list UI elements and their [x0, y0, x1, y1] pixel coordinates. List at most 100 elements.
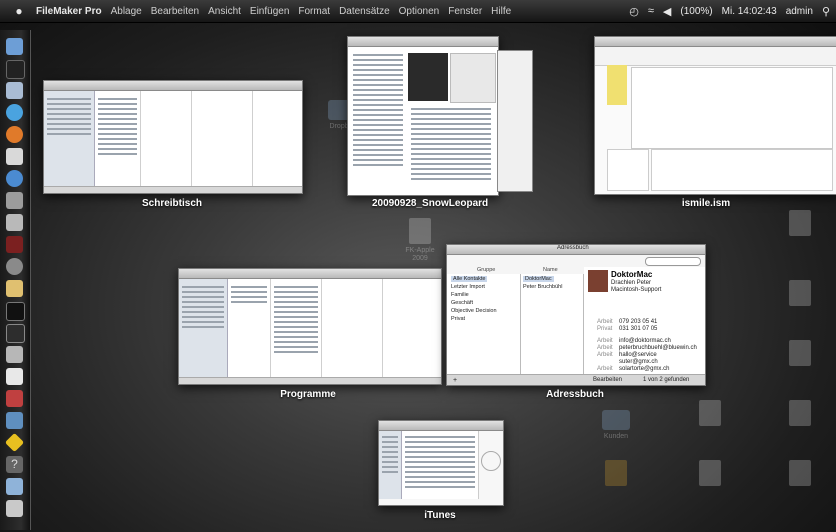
group-item[interactable]: Letzter Import	[451, 284, 485, 290]
window-schreibtisch[interactable]	[43, 80, 303, 194]
email-value[interactable]: suter@gmx.ch	[619, 359, 658, 365]
app-icon[interactable]	[6, 412, 23, 429]
safari-icon[interactable]	[6, 104, 23, 121]
desktop-icon[interactable]	[690, 400, 730, 426]
desktop-icon[interactable]	[780, 400, 820, 426]
edit-button[interactable]: Bearbeiten	[593, 377, 622, 383]
overlay-window[interactable]	[497, 50, 533, 192]
itunes-icon[interactable]	[6, 170, 23, 187]
ab-search-field[interactable]	[645, 257, 701, 266]
menu-format[interactable]: Format	[298, 6, 330, 17]
contact-photo	[588, 270, 608, 292]
desktop-icon[interactable]	[596, 460, 636, 486]
filemaker-sidebar	[607, 65, 627, 105]
terminal-icon[interactable]	[6, 302, 25, 321]
menu-hilfe[interactable]: Hilfe	[491, 6, 511, 17]
window-itunes[interactable]	[378, 420, 504, 506]
window-titlebar[interactable]	[179, 269, 441, 279]
email-value[interactable]: hallo@service	[619, 352, 657, 358]
email-label: Arbeit	[597, 338, 613, 344]
desktop-icon[interactable]	[780, 210, 820, 236]
user-menu[interactable]: admin	[786, 6, 813, 17]
window-titlebar[interactable]	[595, 37, 836, 47]
filemaker-header	[595, 47, 836, 66]
window-label-snowleopard: 20090928_SnowLeopard	[372, 198, 489, 209]
phone-label: Arbeit	[597, 319, 613, 325]
group-item[interactable]: Familie	[451, 292, 469, 298]
system-preferences-icon[interactable]	[6, 258, 23, 275]
window-titlebar[interactable]	[348, 37, 498, 47]
app-menu[interactable]: FileMaker Pro	[36, 6, 102, 17]
menu-bar: ● FileMaker Pro Ablage Bearbeiten Ansich…	[0, 0, 836, 23]
filemaker-footer-panel	[607, 149, 649, 191]
desktop-icon[interactable]	[780, 340, 820, 366]
phone-value[interactable]: 031 301 07 05	[619, 326, 657, 332]
firefox-icon[interactable]	[6, 126, 23, 143]
diamond-icon[interactable]	[4, 432, 25, 453]
dock: ?	[0, 30, 31, 530]
desktop-icon[interactable]	[780, 460, 820, 486]
name-item[interactable]: DoktorMac	[523, 276, 554, 282]
email-value[interactable]: solartorte@gmx.ch	[619, 366, 669, 372]
desktop-icon[interactable]: Kunden	[596, 410, 636, 441]
battery-status[interactable]: (100%)	[680, 6, 712, 17]
wifi-icon[interactable]: ≈	[648, 5, 654, 17]
window-programme[interactable]	[178, 268, 442, 385]
window-snowleopard[interactable]	[347, 36, 499, 196]
contact-subtitle: Drachlen Peter	[611, 280, 652, 286]
preview-icon[interactable]	[6, 214, 23, 231]
window-label-adressbuch: Adressbuch	[546, 389, 604, 400]
finder-sidebar	[44, 91, 95, 187]
name-item[interactable]: Peter Bruchbühl	[523, 284, 562, 290]
finder-icon[interactable]	[6, 38, 23, 55]
desktop-icon[interactable]: FK-Apple 2009	[400, 218, 440, 263]
photo-booth-icon[interactable]	[6, 236, 23, 253]
menu-fenster[interactable]: Fenster	[448, 6, 482, 17]
email-value[interactable]: info@doktormac.ch	[619, 338, 671, 344]
iphoto-icon[interactable]	[6, 192, 23, 209]
help-icon[interactable]: ?	[6, 456, 23, 473]
itunes-artwork	[481, 451, 501, 471]
activity-monitor-icon[interactable]	[6, 324, 25, 343]
desktop-icon[interactable]	[780, 280, 820, 306]
desktop-icon[interactable]	[690, 460, 730, 486]
menu-clock[interactable]: Mi. 14:02:43	[722, 6, 777, 17]
trash-icon[interactable]	[6, 500, 23, 517]
menu-einfuegen[interactable]: Einfügen	[250, 6, 289, 17]
downloads-folder-icon[interactable]	[6, 478, 23, 495]
phone-value[interactable]: 079 203 05 41	[619, 319, 657, 325]
volume-icon[interactable]: ◀	[663, 5, 671, 18]
menu-optionen[interactable]: Optionen	[399, 6, 440, 17]
filemaker-status	[651, 149, 833, 191]
window-titlebar[interactable]	[44, 81, 302, 91]
filemaker-icon[interactable]	[6, 280, 23, 297]
menu-ablage[interactable]: Ablage	[111, 6, 142, 17]
time-machine-icon[interactable]: ◴	[629, 5, 639, 18]
mail-icon[interactable]	[6, 82, 23, 99]
window-titlebar[interactable]	[379, 421, 503, 431]
menu-datensaetze[interactable]: Datensätze	[339, 6, 390, 17]
utility-icon[interactable]	[6, 346, 23, 363]
group-item[interactable]: Geschäft	[451, 300, 473, 306]
spotlight-icon[interactable]: ⚲	[822, 5, 830, 18]
window-label-programme: Programme	[280, 389, 336, 400]
ical-icon[interactable]	[6, 148, 23, 165]
add-button[interactable]: +	[453, 377, 457, 384]
menu-ansicht[interactable]: Ansicht	[208, 6, 241, 17]
group-item[interactable]: Alle Kontakte	[451, 276, 488, 282]
window-ismile[interactable]	[594, 36, 836, 195]
window-adressbuch[interactable]: Adressbuch Gruppe Name Alle Kontakte Let…	[446, 244, 706, 386]
textedit-icon[interactable]	[6, 368, 23, 385]
email-value[interactable]: peterbruchbuehl@bluewin.ch	[619, 345, 697, 351]
dashboard-icon[interactable]	[6, 60, 25, 79]
itunes-sidebar	[379, 431, 402, 499]
image-panel	[450, 53, 496, 103]
finder-sidebar	[179, 279, 228, 378]
group-item[interactable]: Objective Decision	[451, 308, 497, 314]
menu-bearbeiten[interactable]: Bearbeiten	[151, 6, 199, 17]
phone-label: Privat	[597, 326, 613, 332]
group-item[interactable]: Privat	[451, 316, 465, 322]
window-label-schreibtisch: Schreibtisch	[141, 198, 203, 209]
apple-menu-icon[interactable]: ●	[12, 4, 26, 18]
colorsync-icon[interactable]	[6, 390, 23, 407]
